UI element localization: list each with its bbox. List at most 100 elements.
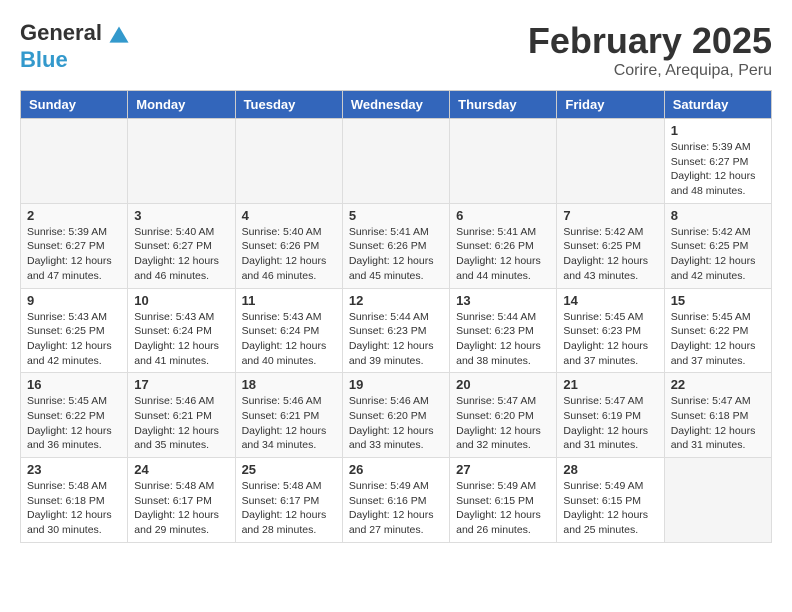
calendar-day-cell: 23 Sunrise: 5:48 AM Sunset: 6:18 PM Dayli…: [21, 458, 128, 543]
day-number: 11: [242, 293, 336, 308]
calendar-day-cell: [128, 119, 235, 204]
calendar-day-cell: 8 Sunrise: 5:42 AM Sunset: 6:25 PM Daylig…: [664, 203, 771, 288]
day-number: 4: [242, 208, 336, 223]
logo-general: General: [20, 20, 102, 45]
calendar-day-cell: 4 Sunrise: 5:40 AM Sunset: 6:26 PM Daylig…: [235, 203, 342, 288]
day-number: 9: [27, 293, 121, 308]
day-info: Sunrise: 5:42 AM Sunset: 6:25 PM Dayligh…: [563, 225, 657, 284]
calendar-day-header: Friday: [557, 91, 664, 119]
calendar-week-row: 16 Sunrise: 5:45 AM Sunset: 6:22 PM Dayli…: [21, 373, 772, 458]
day-info: Sunrise: 5:47 AM Sunset: 6:20 PM Dayligh…: [456, 394, 550, 453]
day-info: Sunrise: 5:47 AM Sunset: 6:19 PM Dayligh…: [563, 394, 657, 453]
calendar-day-cell: 11 Sunrise: 5:43 AM Sunset: 6:24 PM Dayli…: [235, 288, 342, 373]
calendar-day-cell: 2 Sunrise: 5:39 AM Sunset: 6:27 PM Daylig…: [21, 203, 128, 288]
calendar-week-row: 23 Sunrise: 5:48 AM Sunset: 6:18 PM Dayli…: [21, 458, 772, 543]
calendar-day-cell: [235, 119, 342, 204]
calendar-week-row: 2 Sunrise: 5:39 AM Sunset: 6:27 PM Daylig…: [21, 203, 772, 288]
calendar-day-cell: 1 Sunrise: 5:39 AM Sunset: 6:27 PM Daylig…: [664, 119, 771, 204]
day-number: 15: [671, 293, 765, 308]
calendar-header-row: SundayMondayTuesdayWednesdayThursdayFrid…: [21, 91, 772, 119]
day-info: Sunrise: 5:46 AM Sunset: 6:21 PM Dayligh…: [134, 394, 228, 453]
calendar-day-cell: 9 Sunrise: 5:43 AM Sunset: 6:25 PM Daylig…: [21, 288, 128, 373]
day-info: Sunrise: 5:49 AM Sunset: 6:15 PM Dayligh…: [563, 479, 657, 538]
day-info: Sunrise: 5:45 AM Sunset: 6:22 PM Dayligh…: [27, 394, 121, 453]
month-year-title: February 2025: [528, 20, 772, 62]
day-info: Sunrise: 5:39 AM Sunset: 6:27 PM Dayligh…: [671, 140, 765, 199]
calendar-day-cell: 17Sunrise: 5:46 AM Sunset: 6:21 PM Dayli…: [128, 373, 235, 458]
day-info: Sunrise: 5:44 AM Sunset: 6:23 PM Dayligh…: [456, 310, 550, 369]
day-info: Sunrise: 5:47 AM Sunset: 6:18 PM Dayligh…: [671, 394, 765, 453]
day-info: Sunrise: 5:49 AM Sunset: 6:15 PM Dayligh…: [456, 479, 550, 538]
day-info: Sunrise: 5:43 AM Sunset: 6:24 PM Dayligh…: [134, 310, 228, 369]
day-number: 21: [563, 377, 657, 392]
day-number: 25: [242, 462, 336, 477]
day-info: Sunrise: 5:40 AM Sunset: 6:26 PM Dayligh…: [242, 225, 336, 284]
calendar-table: SundayMondayTuesdayWednesdayThursdayFrid…: [20, 90, 772, 543]
day-info: Sunrise: 5:40 AM Sunset: 6:27 PM Dayligh…: [134, 225, 228, 284]
day-number: 3: [134, 208, 228, 223]
calendar-day-cell: 26 Sunrise: 5:49 AM Sunset: 6:16 PM Dayli…: [342, 458, 449, 543]
day-number: 1: [671, 123, 765, 138]
day-info: Sunrise: 5:46 AM Sunset: 6:21 PM Dayligh…: [242, 394, 336, 453]
day-number: 10: [134, 293, 228, 308]
page-header: General Blue February 2025 Corire, Arequ…: [20, 20, 772, 80]
logo-bird-icon: [108, 25, 130, 47]
calendar-day-cell: 7 Sunrise: 5:42 AM Sunset: 6:25 PM Daylig…: [557, 203, 664, 288]
calendar-day-cell: 21 Sunrise: 5:47 AM Sunset: 6:19 PM Dayli…: [557, 373, 664, 458]
day-info: Sunrise: 5:39 AM Sunset: 6:27 PM Dayligh…: [27, 225, 121, 284]
day-info: Sunrise: 5:45 AM Sunset: 6:22 PM Dayligh…: [671, 310, 765, 369]
day-number: 27: [456, 462, 550, 477]
day-number: 14: [563, 293, 657, 308]
day-number: 16: [27, 377, 121, 392]
day-number: 12: [349, 293, 443, 308]
day-info: Sunrise: 5:49 AM Sunset: 6:16 PM Dayligh…: [349, 479, 443, 538]
day-info: Sunrise: 5:44 AM Sunset: 6:23 PM Dayligh…: [349, 310, 443, 369]
calendar-day-cell: 24 Sunrise: 5:48 AM Sunset: 6:17 PM Dayli…: [128, 458, 235, 543]
calendar-day-cell: 25 Sunrise: 5:48 AM Sunset: 6:17 PM Dayli…: [235, 458, 342, 543]
day-number: 7: [563, 208, 657, 223]
day-info: Sunrise: 5:48 AM Sunset: 6:17 PM Dayligh…: [242, 479, 336, 538]
day-number: 8: [671, 208, 765, 223]
title-section: February 2025 Corire, Arequipa, Peru: [528, 20, 772, 80]
calendar-day-cell: 19 Sunrise: 5:46 AM Sunset: 6:20 PM Dayli…: [342, 373, 449, 458]
day-info: Sunrise: 5:43 AM Sunset: 6:24 PM Dayligh…: [242, 310, 336, 369]
day-info: Sunrise: 5:46 AM Sunset: 6:20 PM Dayligh…: [349, 394, 443, 453]
day-info: Sunrise: 5:48 AM Sunset: 6:18 PM Dayligh…: [27, 479, 121, 538]
calendar-week-row: 1 Sunrise: 5:39 AM Sunset: 6:27 PM Daylig…: [21, 119, 772, 204]
calendar-day-cell: [342, 119, 449, 204]
calendar-day-cell: [450, 119, 557, 204]
calendar-day-cell: 28 Sunrise: 5:49 AM Sunset: 6:15 PM Dayli…: [557, 458, 664, 543]
calendar-day-cell: [21, 119, 128, 204]
day-info: Sunrise: 5:41 AM Sunset: 6:26 PM Dayligh…: [349, 225, 443, 284]
calendar-day-header: Saturday: [664, 91, 771, 119]
calendar-day-cell: 14 Sunrise: 5:45 AM Sunset: 6:23 PM Dayli…: [557, 288, 664, 373]
logo-blue: Blue: [20, 47, 68, 72]
day-info: Sunrise: 5:45 AM Sunset: 6:23 PM Dayligh…: [563, 310, 657, 369]
day-info: Sunrise: 5:42 AM Sunset: 6:25 PM Dayligh…: [671, 225, 765, 284]
calendar-day-cell: 16 Sunrise: 5:45 AM Sunset: 6:22 PM Dayli…: [21, 373, 128, 458]
day-number: 5: [349, 208, 443, 223]
calendar-day-cell: 12 Sunrise: 5:44 AM Sunset: 6:23 PM Dayli…: [342, 288, 449, 373]
calendar-week-row: 9 Sunrise: 5:43 AM Sunset: 6:25 PM Daylig…: [21, 288, 772, 373]
day-info: Sunrise: 5:43 AM Sunset: 6:25 PM Dayligh…: [27, 310, 121, 369]
day-number: 6: [456, 208, 550, 223]
day-number: 23: [27, 462, 121, 477]
day-number: 26: [349, 462, 443, 477]
location-subtitle: Corire, Arequipa, Peru: [528, 62, 772, 80]
calendar-day-header: Sunday: [21, 91, 128, 119]
day-info: Sunrise: 5:48 AM Sunset: 6:17 PM Dayligh…: [134, 479, 228, 538]
calendar-day-cell: 13Sunrise: 5:44 AM Sunset: 6:23 PM Dayli…: [450, 288, 557, 373]
day-number: 28: [563, 462, 657, 477]
day-number: 19: [349, 377, 443, 392]
calendar-day-cell: 3 Sunrise: 5:40 AM Sunset: 6:27 PM Daylig…: [128, 203, 235, 288]
calendar-day-header: Wednesday: [342, 91, 449, 119]
day-number: 2: [27, 208, 121, 223]
calendar-day-cell: 27 Sunrise: 5:49 AM Sunset: 6:15 PM Dayli…: [450, 458, 557, 543]
calendar-day-cell: 10 Sunrise: 5:43 AM Sunset: 6:24 PM Dayli…: [128, 288, 235, 373]
calendar-day-header: Monday: [128, 91, 235, 119]
day-number: 20: [456, 377, 550, 392]
calendar-day-cell: 15 Sunrise: 5:45 AM Sunset: 6:22 PM Dayli…: [664, 288, 771, 373]
calendar-day-cell: 18 Sunrise: 5:46 AM Sunset: 6:21 PM Dayli…: [235, 373, 342, 458]
day-number: 24: [134, 462, 228, 477]
day-number: 18: [242, 377, 336, 392]
